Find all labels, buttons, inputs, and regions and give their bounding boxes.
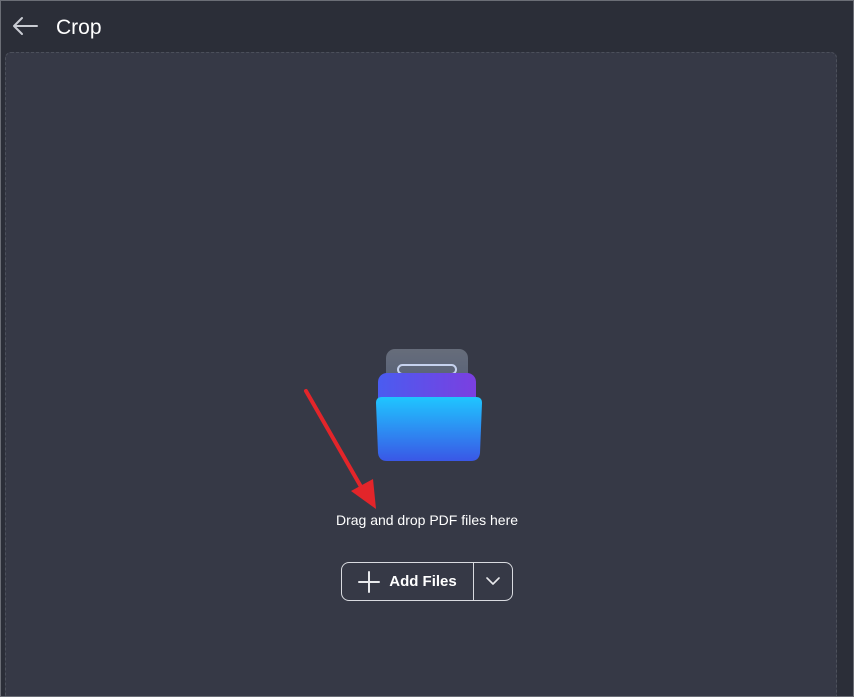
header-bar: Crop — [1, 1, 853, 53]
add-files-dropdown-button[interactable] — [474, 563, 512, 600]
arrow-left-icon — [13, 17, 38, 35]
plus-icon — [358, 570, 381, 593]
page-title: Crop — [56, 16, 102, 39]
drop-instruction-text: Drag and drop PDF files here — [335, 512, 519, 528]
chevron-down-icon — [486, 577, 500, 585]
back-button[interactable] — [9, 11, 41, 41]
app-window: Crop Drag and drop PDF files here Add Fi… — [0, 0, 854, 697]
add-files-label: Add Files — [389, 573, 457, 590]
file-drop-zone[interactable]: Drag and drop PDF files here Add Files — [5, 52, 837, 696]
folder-with-documents-icon — [376, 349, 482, 461]
add-files-split-button: Add Files — [341, 562, 513, 601]
add-files-button[interactable]: Add Files — [342, 563, 473, 600]
